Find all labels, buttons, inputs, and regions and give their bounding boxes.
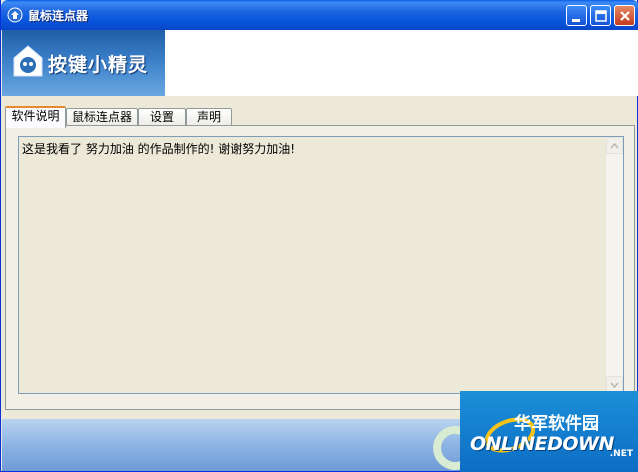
maximize-button[interactable]: [590, 5, 611, 26]
banner: 按键小精灵: [2, 30, 638, 96]
tab-software-description[interactable]: 软件说明: [5, 106, 66, 128]
minimize-button[interactable]: [566, 5, 587, 26]
logo-icon: [13, 45, 43, 77]
maximize-icon: [595, 10, 607, 22]
description-text: 这是我看了 努力加油 的作品制作的! 谢谢努力加油!: [22, 142, 296, 156]
description-textbox[interactable]: 这是我看了 努力加油 的作品制作的! 谢谢努力加油!: [18, 136, 624, 394]
app-icon: [7, 7, 23, 23]
watermark-suffix: .NET: [609, 449, 633, 459]
chevron-down-icon: [610, 382, 619, 389]
minimize-icon: [572, 19, 580, 22]
scroll-up-button[interactable]: [606, 137, 623, 154]
watermark-en-text: ONLINEDOWN: [470, 433, 614, 455]
close-icon: [620, 11, 630, 21]
watermark: 华军软件园 ONLINEDOWN .NET: [460, 391, 638, 472]
tab-mouse-clicker[interactable]: 鼠标连点器: [66, 108, 138, 126]
close-button[interactable]: [614, 5, 635, 26]
window-title: 鼠标连点器: [28, 9, 89, 23]
chevron-up-icon: [610, 142, 619, 149]
tab-settings[interactable]: 设置: [138, 108, 186, 126]
watermark-cn-text: 华军软件园: [514, 414, 599, 434]
tab-disclaimer[interactable]: 声明: [186, 108, 232, 126]
logo-text: 按键小精灵: [48, 54, 149, 76]
vertical-scrollbar[interactable]: [606, 137, 623, 393]
brand-logo: 按键小精灵: [2, 30, 165, 96]
app-window: 鼠标连点器 按键小精灵 软件说明 鼠标连点器 设置 声明 这是我看了 努力加油 …: [0, 0, 638, 472]
title-bar[interactable]: 鼠标连点器: [1, 0, 638, 30]
tab-panel: 这是我看了 努力加油 的作品制作的! 谢谢努力加油!: [5, 125, 635, 410]
